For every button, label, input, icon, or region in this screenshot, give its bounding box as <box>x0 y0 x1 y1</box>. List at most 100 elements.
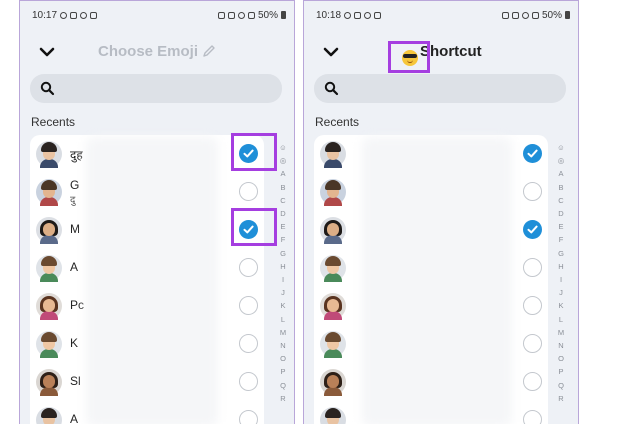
unchecked-checkbox[interactable] <box>239 182 258 201</box>
alphabet-index-letter[interactable]: P <box>554 365 568 378</box>
page-title-text: Choose Emoji <box>98 43 199 60</box>
alphabet-index[interactable]: ☺ ◎ A B C D E F G H I J K L M N O P Q R <box>554 141 568 405</box>
alphabet-index-letter[interactable]: D <box>276 207 290 220</box>
alphabet-index-letter[interactable]: L <box>554 313 568 326</box>
chevron-down-icon[interactable] <box>36 41 58 63</box>
alphabet-index-letter[interactable]: R <box>276 392 290 405</box>
alphabet-index-letter[interactable]: ◎ <box>554 154 568 167</box>
alphabet-index-letter[interactable]: ◎ <box>276 154 290 167</box>
unchecked-checkbox[interactable] <box>523 334 542 353</box>
alphabet-index-letter[interactable]: A <box>276 167 290 180</box>
alphabet-index-letter[interactable]: F <box>554 233 568 246</box>
alphabet-index[interactable]: ☺ ◎ A B C D E F G H I J K L M N O P Q R <box>276 141 290 405</box>
avatar <box>36 141 62 168</box>
alphabet-index-letter[interactable]: L <box>276 313 290 326</box>
avatar <box>320 141 346 168</box>
alphabet-index-letter[interactable]: F <box>276 233 290 246</box>
alphabet-index-letter[interactable]: P <box>276 365 290 378</box>
avatar <box>36 217 62 244</box>
alphabet-index-letter[interactable]: O <box>276 352 290 365</box>
sunglasses-face-icon <box>402 50 418 66</box>
alphabet-index-letter[interactable]: C <box>276 194 290 207</box>
checked-checkbox[interactable] <box>523 220 542 239</box>
unchecked-checkbox[interactable] <box>523 182 542 201</box>
header: Shortcut <box>304 35 578 69</box>
battery-percent: 50% <box>541 9 562 21</box>
alphabet-index-letter[interactable]: H <box>554 260 568 273</box>
search-input[interactable] <box>344 78 556 99</box>
alphabet-index-letter[interactable]: Q <box>554 379 568 392</box>
unchecked-checkbox[interactable] <box>239 296 258 315</box>
avatar <box>320 369 346 396</box>
alphabet-index-letter[interactable]: B <box>276 181 290 194</box>
status-time: 10:18 <box>316 9 342 21</box>
wifi-icon <box>237 11 245 19</box>
search-bar[interactable] <box>314 74 566 103</box>
section-recents: Recents <box>315 115 360 129</box>
alphabet-index-letter[interactable]: N <box>276 339 290 352</box>
alphabet-index-letter[interactable]: M <box>276 326 290 339</box>
alphabet-index-letter[interactable]: N <box>554 339 568 352</box>
unchecked-checkbox[interactable] <box>523 258 542 277</box>
alphabet-index-letter[interactable]: O <box>554 352 568 365</box>
alphabet-index-letter[interactable]: D <box>554 207 568 220</box>
search-icon <box>40 81 55 96</box>
alphabet-index-letter[interactable]: A <box>554 167 568 180</box>
alphabet-index-letter[interactable]: C <box>554 194 568 207</box>
highlight-box-checked-2 <box>231 208 277 246</box>
alphabet-index-letter[interactable]: E <box>276 220 290 233</box>
screenshot-choose-emoji: 10:17 50% Choose Emoji Recents दुह G दु M A P… <box>19 0 295 424</box>
alphabet-index-letter[interactable]: J <box>276 286 290 299</box>
wifi-icon <box>521 11 529 19</box>
unchecked-checkbox[interactable] <box>523 296 542 315</box>
alphabet-index-letter[interactable]: G <box>554 247 568 260</box>
lock-icon <box>217 11 225 19</box>
status-time: 10:17 <box>32 9 58 21</box>
battery-percent: 50% <box>257 9 278 21</box>
unchecked-checkbox[interactable] <box>239 334 258 353</box>
battery-icon <box>281 11 286 19</box>
avatar <box>320 407 346 424</box>
alphabet-index-letter[interactable]: I <box>554 273 568 286</box>
contact-name: M <box>70 222 80 236</box>
alphabet-index-letter[interactable]: B <box>554 181 568 194</box>
checkmark-icon <box>527 149 538 158</box>
contact-name: A <box>70 412 79 424</box>
shortcut-emoji-button[interactable] <box>388 41 430 73</box>
search-bar[interactable] <box>30 74 282 103</box>
unchecked-checkbox[interactable] <box>239 372 258 391</box>
unchecked-checkbox[interactable] <box>523 410 542 424</box>
battery-icon <box>565 11 570 19</box>
unchecked-checkbox[interactable] <box>523 372 542 391</box>
avatar <box>36 179 62 206</box>
signal-icon <box>531 11 539 19</box>
checked-checkbox[interactable] <box>523 144 542 163</box>
chevron-down-icon[interactable] <box>320 41 342 63</box>
search-input[interactable] <box>60 78 272 99</box>
alphabet-index-letter[interactable]: K <box>276 299 290 312</box>
avatar <box>36 369 62 396</box>
unchecked-checkbox[interactable] <box>239 258 258 277</box>
alphabet-index-letter[interactable]: ☺ <box>276 141 290 154</box>
alphabet-index-letter[interactable]: G <box>276 247 290 260</box>
alphabet-index-letter[interactable]: ☺ <box>554 141 568 154</box>
alphabet-index-letter[interactable]: R <box>554 392 568 405</box>
alphabet-index-letter[interactable]: E <box>554 220 568 233</box>
alphabet-index-letter[interactable]: M <box>554 326 568 339</box>
contact-subtitle: दु <box>70 195 76 206</box>
avatar <box>320 179 346 206</box>
alphabet-index-letter[interactable]: I <box>276 273 290 286</box>
gallery-icon <box>374 11 382 19</box>
whatsapp-icon <box>344 11 352 19</box>
avatar <box>36 407 62 424</box>
unchecked-checkbox[interactable] <box>239 410 258 424</box>
alphabet-index-letter[interactable]: J <box>554 286 568 299</box>
alphabet-index-letter[interactable]: Q <box>276 379 290 392</box>
alphabet-index-letter[interactable]: H <box>276 260 290 273</box>
section-recents: Recents <box>31 115 76 129</box>
contact-name: Sl <box>70 374 81 388</box>
redacted-area <box>86 137 218 424</box>
contact-name: Pc <box>70 298 85 312</box>
alphabet-index-letter[interactable]: K <box>554 299 568 312</box>
pencil-icon[interactable] <box>202 44 216 58</box>
